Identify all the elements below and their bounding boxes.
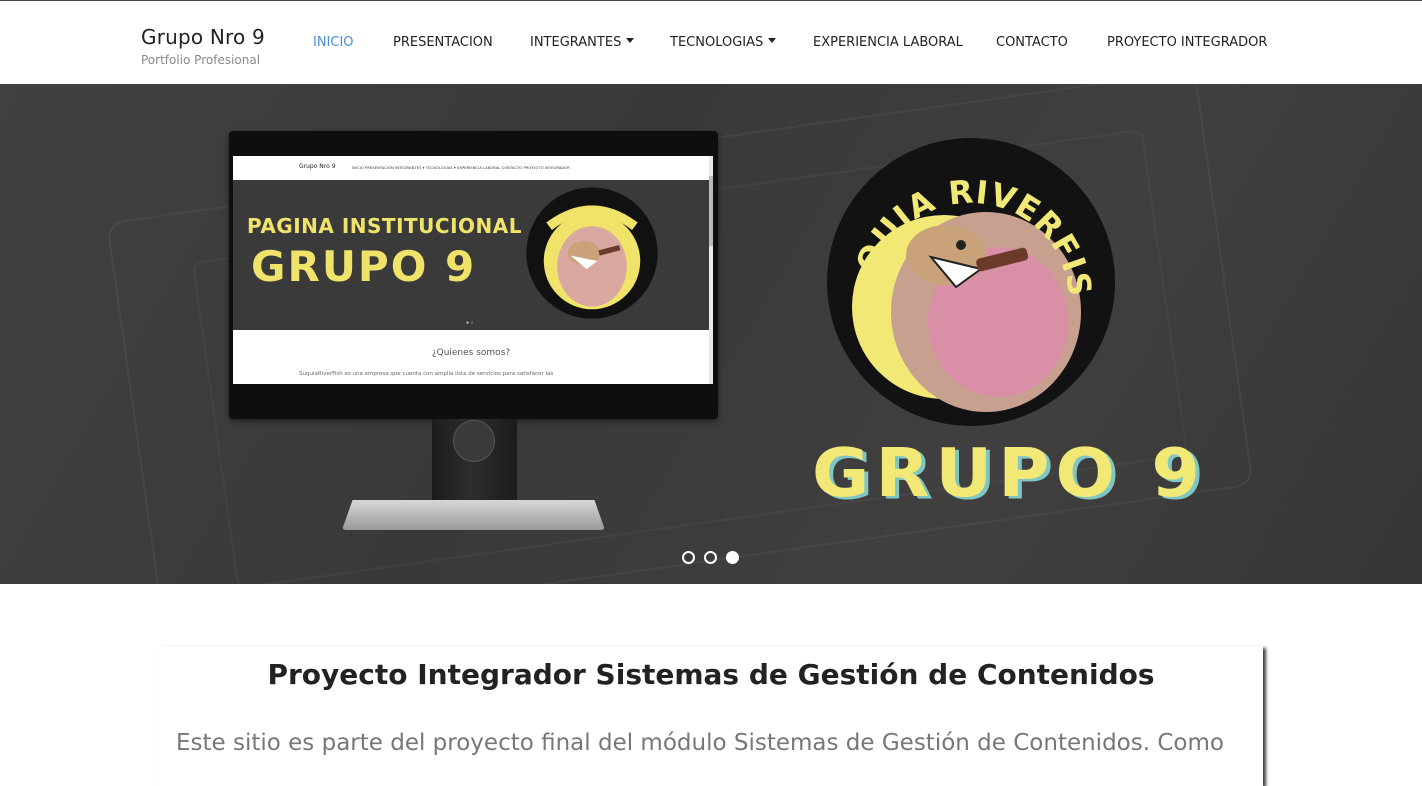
mini-paragraph: SuquiaRiverFish es una empresa que cuent… bbox=[299, 371, 554, 377]
hero-slider: Grupo Nro 9 INICIO PRESENTACION INTEGRAN… bbox=[0, 84, 1422, 584]
slider-dot-3[interactable] bbox=[726, 551, 739, 564]
hero-big-title: GRUPO 9 bbox=[812, 434, 1207, 512]
mini-scrollbar-thumb bbox=[709, 176, 713, 246]
mini-slider-dots: ● ○ bbox=[466, 320, 474, 326]
slider-dot-2[interactable] bbox=[704, 551, 717, 564]
nav-item-contacto[interactable]: CONTACTO bbox=[996, 35, 1068, 50]
site-subtitle: Portfolio Profesional bbox=[141, 53, 261, 67]
monitor-stand-base bbox=[342, 500, 605, 530]
site-header: Grupo Nro 9 Portfolio Profesional INICIO… bbox=[0, 1, 1422, 84]
nav-item-proyecto-integrador[interactable]: PROYECTO INTEGRADOR bbox=[1107, 35, 1267, 50]
mini-site-hero: PAGINA INSTITUCIONAL GRUPO 9 ● ○ bbox=[233, 180, 709, 330]
mini-suquia-riverfish-logo-icon bbox=[526, 187, 658, 319]
nav-item-experiencia-laboral[interactable]: EXPERIENCIA LABORAL bbox=[813, 35, 963, 50]
nav-item-tecnologias[interactable]: TECNOLOGIAS bbox=[670, 35, 777, 50]
nav-item-presentacion[interactable]: PRESENTACION bbox=[393, 35, 493, 50]
mini-hero-title-line2: GRUPO 9 bbox=[251, 242, 477, 291]
main-nav: INICIO PRESENTACION INTEGRANTES TECNOLOG… bbox=[0, 35, 1422, 55]
mini-question-heading: ¿Quienes somos? bbox=[431, 348, 511, 358]
mini-site-header: Grupo Nro 9 INICIO PRESENTACION INTEGRAN… bbox=[233, 156, 713, 180]
slider-dot-1[interactable] bbox=[682, 551, 695, 564]
nav-item-inicio[interactable]: INICIO bbox=[313, 35, 354, 50]
section-title: Proyecto Integrador Sistemas de Gestión … bbox=[267, 658, 1155, 691]
caret-down-icon bbox=[768, 38, 777, 43]
mini-hero-title-line1: PAGINA INSTITUCIONAL bbox=[247, 214, 522, 238]
section-paragraph: Este sitio es parte del proyecto final d… bbox=[176, 730, 1224, 756]
mini-site-title: Grupo Nro 9 bbox=[299, 163, 336, 170]
nav-item-integrantes[interactable]: INTEGRANTES bbox=[530, 35, 635, 50]
monitor-illustration: Grupo Nro 9 INICIO PRESENTACION INTEGRAN… bbox=[229, 131, 718, 419]
mini-site-nav: INICIO PRESENTACION INTEGRANTES ▾ TECNOL… bbox=[352, 166, 570, 170]
suquia-riverfish-logo-icon: SUQUIA RIVERFISH bbox=[826, 137, 1115, 426]
caret-down-icon bbox=[626, 38, 635, 43]
monitor-screen: Grupo Nro 9 INICIO PRESENTACION INTEGRAN… bbox=[233, 156, 713, 384]
monitor-stand-hole bbox=[453, 420, 495, 462]
mini-scrollbar bbox=[709, 156, 713, 384]
